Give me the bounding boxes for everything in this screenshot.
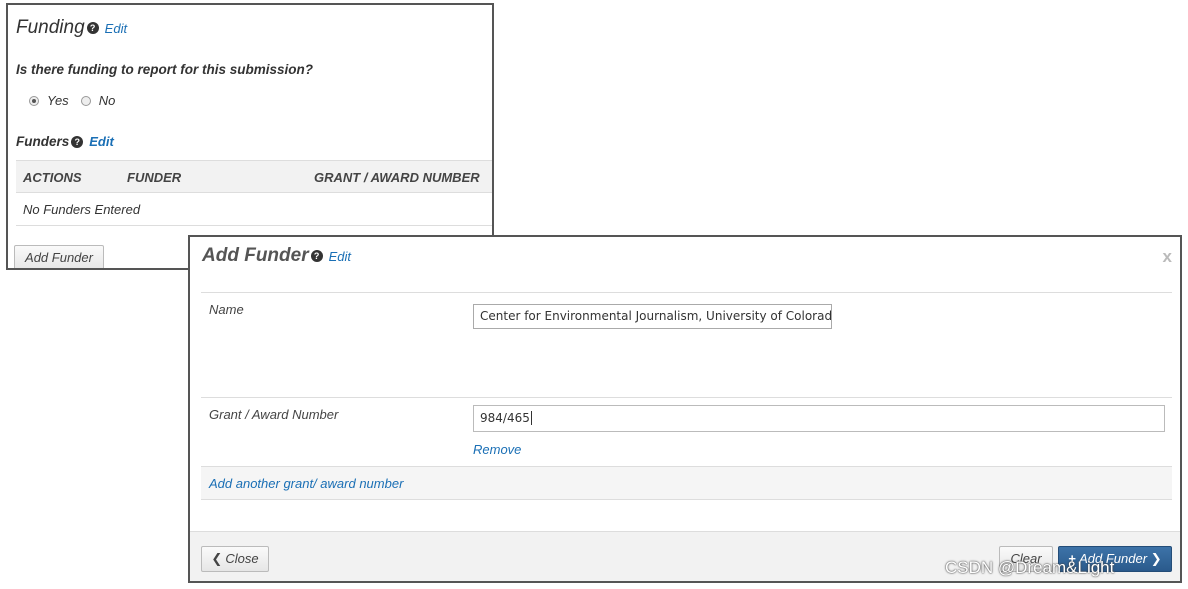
grant-row: Grant / Award Number 984/465 Remove xyxy=(201,397,1172,466)
add-funder-button[interactable]: Add Funder xyxy=(14,245,104,268)
question-circle-icon[interactable]: ? xyxy=(71,136,84,149)
table-row: No Funders Entered xyxy=(16,193,492,226)
funding-edit-link[interactable]: Edit xyxy=(105,21,127,36)
funders-title: Funders xyxy=(16,134,70,149)
funder-form: Name Center for Environmental Journalism… xyxy=(201,292,1172,500)
funding-radio-group: Yes No xyxy=(29,93,127,108)
funding-panel: Funding? Edit Is there funding to report … xyxy=(6,3,494,270)
grant-input-value: 984/465 xyxy=(480,411,530,425)
close-button[interactable]: ❮ Close xyxy=(201,546,269,572)
add-funder-modal: Add Funder? Edit x Name Center for Enviro… xyxy=(188,235,1182,583)
modal-edit-link[interactable]: Edit xyxy=(329,249,351,264)
radio-no-label[interactable]: No xyxy=(99,93,116,108)
question-circle-icon[interactable]: ? xyxy=(310,249,323,262)
close-icon[interactable]: x xyxy=(1163,247,1172,267)
funding-title-row: Funding? Edit xyxy=(16,17,127,39)
radio-no[interactable] xyxy=(80,95,91,106)
grant-input[interactable]: 984/465 xyxy=(473,405,1165,432)
add-another-row: Add another grant/ award number xyxy=(201,466,1172,500)
column-header-grant: GRANT / AWARD NUMBER xyxy=(314,170,480,185)
grant-label: Grant / Award Number xyxy=(209,407,339,422)
funders-edit-link[interactable]: Edit xyxy=(89,134,114,149)
modal-title-row: Add Funder? Edit xyxy=(202,245,351,267)
chevron-right-icon: ❯ xyxy=(1150,551,1162,566)
column-header-funder: FUNDER xyxy=(127,170,182,185)
question-circle-icon[interactable]: ? xyxy=(86,21,99,34)
empty-table-text: No Funders Entered xyxy=(23,202,141,217)
close-button-label: Close xyxy=(225,551,259,566)
name-label: Name xyxy=(209,302,244,317)
name-row: Name Center for Environmental Journalism… xyxy=(201,292,1172,397)
table-header: ACTIONS FUNDER GRANT / AWARD NUMBER xyxy=(16,160,492,193)
text-cursor xyxy=(530,411,532,425)
radio-yes-label[interactable]: Yes xyxy=(47,93,69,108)
chevron-left-icon: ❮ xyxy=(211,551,223,566)
radio-yes[interactable] xyxy=(29,95,39,106)
column-header-actions: ACTIONS xyxy=(23,170,82,185)
funders-title-row: Funders? Edit xyxy=(16,134,114,149)
funders-table: ACTIONS FUNDER GRANT / AWARD NUMBER No F… xyxy=(16,160,492,226)
modal-title: Add Funder xyxy=(202,245,309,266)
watermark: CSDN @⁠⁠⁠Dream&Light⁠⁠⁠ xyxy=(945,558,1115,577)
name-input[interactable]: Center for Environmental Journalism, Uni… xyxy=(473,304,832,329)
remove-link[interactable]: Remove xyxy=(473,442,521,457)
funding-question: Is there funding to report for this subm… xyxy=(16,62,314,77)
funding-title: Funding xyxy=(16,17,85,38)
add-another-link[interactable]: Add another grant/ award number xyxy=(209,476,403,491)
